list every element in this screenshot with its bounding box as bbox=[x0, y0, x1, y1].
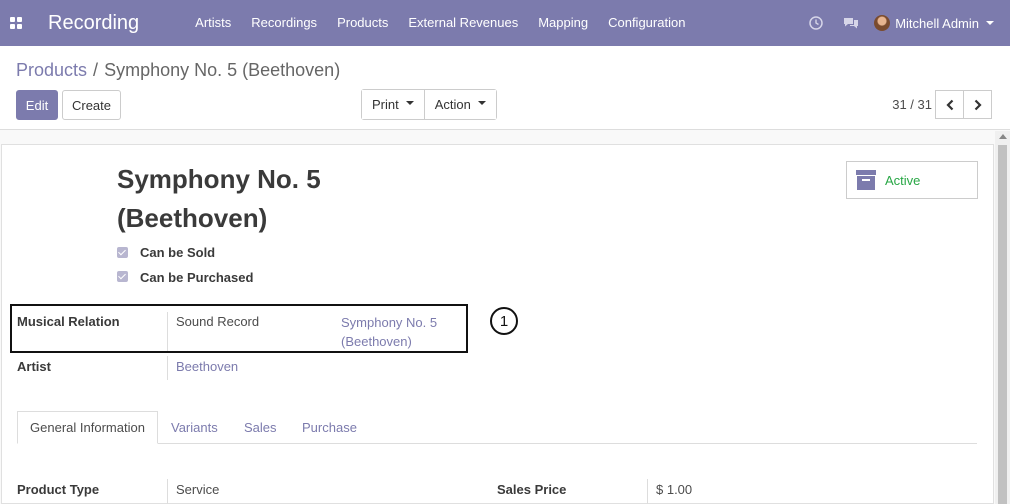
activity-clock-icon[interactable] bbox=[798, 0, 833, 46]
tab-variants[interactable]: Variants bbox=[171, 411, 218, 444]
annotation-number-badge: 1 bbox=[490, 307, 518, 335]
chevron-down-icon bbox=[477, 101, 486, 105]
product-title: Symphony No. 5 (Beethoven) bbox=[117, 160, 377, 238]
pager-previous-button[interactable] bbox=[935, 90, 964, 119]
artist-label: Artist bbox=[17, 359, 51, 374]
print-label: Print bbox=[372, 97, 399, 112]
active-toggle-button[interactable]: Active bbox=[846, 161, 978, 199]
chevron-left-icon bbox=[945, 99, 953, 110]
menu-item-artists[interactable]: Artists bbox=[185, 0, 241, 46]
sales-price-label: Sales Price bbox=[497, 482, 567, 497]
menu-item-external-revenues[interactable]: External Revenues bbox=[398, 0, 528, 46]
breadcrumb: Products / Symphony No. 5 (Beethoven) bbox=[16, 60, 340, 81]
messaging-chat-icon[interactable] bbox=[833, 0, 868, 46]
scroll-up-arrow-icon[interactable] bbox=[999, 134, 1007, 139]
product-title-line-1: Symphony No. 5 bbox=[117, 164, 321, 194]
field-divider bbox=[167, 479, 168, 504]
tab-general-information[interactable]: General Information bbox=[17, 411, 158, 444]
top-navbar: Recording Artists Recordings Products Ex… bbox=[0, 0, 1010, 46]
breadcrumb-current: Symphony No. 5 (Beethoven) bbox=[104, 60, 341, 80]
action-label: Action bbox=[434, 97, 471, 112]
product-title-line-2: (Beethoven) bbox=[117, 203, 268, 233]
action-button-group: Print Action bbox=[361, 89, 497, 120]
archive-icon bbox=[856, 170, 876, 190]
chevron-down-icon bbox=[405, 101, 414, 105]
app-title[interactable]: Recording bbox=[48, 12, 139, 35]
print-dropdown[interactable]: Print bbox=[362, 90, 424, 119]
field-divider bbox=[647, 479, 648, 504]
product-type-label: Product Type bbox=[17, 482, 100, 497]
field-divider bbox=[167, 356, 168, 380]
menu-item-mapping[interactable]: Mapping bbox=[528, 0, 598, 46]
active-status-label: Active bbox=[885, 172, 921, 188]
can-be-sold-checkbox[interactable] bbox=[117, 247, 128, 258]
product-type-value[interactable]: Service bbox=[176, 482, 219, 497]
edit-button[interactable]: Edit bbox=[16, 90, 58, 120]
user-menu[interactable]: Mitchell Admin bbox=[868, 0, 1010, 46]
scrollbar-thumb[interactable] bbox=[998, 145, 1007, 504]
sales-price-value[interactable]: $ 1.00 bbox=[656, 482, 692, 497]
annotation-highlight-box bbox=[10, 304, 468, 353]
can-be-purchased-label: Can be Purchased bbox=[140, 270, 254, 285]
menu-item-recordings[interactable]: Recordings bbox=[241, 0, 327, 46]
breadcrumb-separator: / bbox=[93, 60, 99, 80]
chevron-down-icon bbox=[986, 21, 994, 25]
tab-purchase[interactable]: Purchase bbox=[302, 411, 357, 444]
user-name: Mitchell Admin bbox=[895, 15, 979, 31]
tab-sales[interactable]: Sales bbox=[244, 411, 277, 444]
breadcrumb-products-link[interactable]: Products bbox=[16, 60, 87, 81]
create-button[interactable]: Create bbox=[62, 90, 121, 120]
notebook-tabs-border bbox=[17, 443, 977, 444]
menu-item-products[interactable]: Products bbox=[327, 0, 398, 46]
artist-link[interactable]: Beethoven bbox=[176, 357, 238, 376]
vertical-scrollbar[interactable] bbox=[995, 131, 1010, 504]
menu-item-configuration[interactable]: Configuration bbox=[598, 0, 695, 46]
navbar-systray: Mitchell Admin bbox=[798, 0, 1010, 46]
apps-menu-icon[interactable] bbox=[0, 0, 32, 46]
user-avatar bbox=[874, 15, 891, 31]
pager-value[interactable]: 31 / 31 bbox=[880, 97, 932, 112]
can-be-purchased-checkbox[interactable] bbox=[117, 271, 128, 282]
main-menu: Artists Recordings Products External Rev… bbox=[185, 0, 695, 46]
action-dropdown[interactable]: Action bbox=[423, 90, 496, 119]
can-be-sold-label: Can be Sold bbox=[140, 245, 216, 260]
chevron-right-icon bbox=[974, 99, 982, 110]
pager-next-button[interactable] bbox=[963, 90, 992, 119]
